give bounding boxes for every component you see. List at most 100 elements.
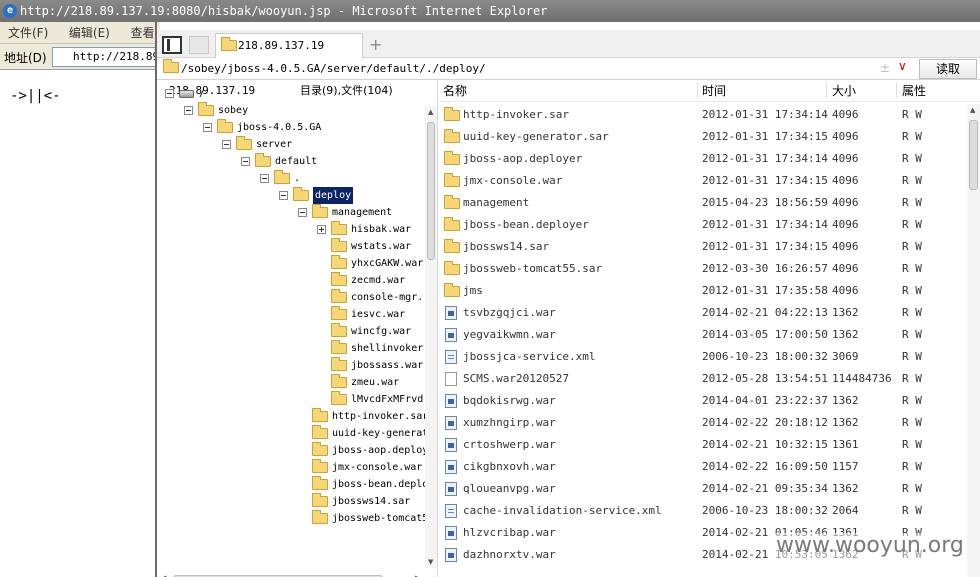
tree-node[interactable]: server xyxy=(157,136,425,153)
file-size: 4096 xyxy=(832,240,859,253)
add-tab-button[interactable]: + xyxy=(369,35,382,54)
file-row[interactable]: jms 2012-01-31 17:35:58 4096 R W xyxy=(439,280,959,302)
file-row[interactable]: jbossjca-service.xml 2006-10-23 18:00:32 3… xyxy=(439,346,959,368)
file-list-vertical-scrollbar[interactable]: ▲ xyxy=(967,104,980,577)
file-attr: R W xyxy=(902,306,922,319)
file-row[interactable]: jmx-console.war 2012-01-31 17:34:15 4096 R … xyxy=(439,170,959,192)
file-row[interactable]: management 2015-04-23 18:56:59 4096 R W xyxy=(439,192,959,214)
file-row[interactable]: http-invoker.sar 2012-01-31 17:34:14 4096 R… xyxy=(439,104,959,126)
tab-bar: 218.89.137.19 + xyxy=(157,30,980,59)
tree-node[interactable]: iesvc.war xyxy=(157,306,425,323)
file-row[interactable]: tsvbzgqjci.war 2014-02-21 04:22:13 1362 R W xyxy=(439,302,959,324)
column-divider[interactable] xyxy=(826,83,827,99)
file-row[interactable]: xumzhngirp.war 2014-02-22 20:18:12 1362 R W xyxy=(439,412,959,434)
war-file-icon xyxy=(445,460,457,474)
file-row[interactable]: bqdokisrwg.war 2014-04-01 23:22:37 1362 R W xyxy=(439,390,959,412)
tab-list-button[interactable] xyxy=(189,36,209,54)
tree-node-label: management xyxy=(332,207,393,218)
collapse-icon[interactable] xyxy=(203,123,212,132)
tree-node[interactable]: jboss-aop.deployer xyxy=(157,442,437,459)
file-size: 4096 xyxy=(832,284,859,297)
tree-node[interactable]: zmeu.war xyxy=(157,374,425,391)
menu-file[interactable]: 文件(F) xyxy=(8,26,48,40)
tree-node[interactable]: http-invoker.sar xyxy=(157,408,428,425)
column-name[interactable]: 名称 xyxy=(443,80,467,102)
file-row[interactable]: jbossws14.sar 2012-01-31 17:34:15 4096 R W xyxy=(439,236,959,258)
column-divider[interactable] xyxy=(697,83,698,99)
file-row[interactable]: qloueanvpg.war 2014-02-21 09:35:34 1362 R W xyxy=(439,478,959,500)
menu-edit[interactable]: 编辑(E) xyxy=(69,26,110,40)
tree-node[interactable]: / xyxy=(157,85,425,102)
address-input[interactable]: http://218.89 xyxy=(52,47,160,67)
collapse-icon[interactable] xyxy=(222,140,231,149)
file-row[interactable]: jbossweb-tomcat55.sar 2012-03-30 16:26:57… xyxy=(439,258,959,280)
file-time: 2012-03-30 16:26:57 xyxy=(702,262,828,275)
file-row[interactable]: crtoshwerp.war 2014-02-21 10:32:15 1361 R W xyxy=(439,434,959,456)
tree-node[interactable]: jbossweb-tomcat55 xyxy=(157,510,434,527)
tree-node[interactable]: uuid-key-generator xyxy=(157,425,437,442)
file-list-scroll-thumb[interactable] xyxy=(969,120,978,190)
file-row[interactable]: jboss-bean.deployer 2012-01-31 17:34:14 40… xyxy=(439,214,959,236)
tree-node[interactable]: zecmd.war xyxy=(157,272,425,289)
path-dropdown-icon[interactable]: ∨ xyxy=(898,59,907,73)
page-text: ->||<- xyxy=(10,88,61,104)
file-row[interactable]: cache-invalidation-service.xml 2006-10-23… xyxy=(439,500,959,522)
expand-icon[interactable] xyxy=(317,225,326,234)
tree-node[interactable]: deploy xyxy=(157,187,425,204)
tree-node[interactable]: jbossass.war xyxy=(157,357,425,374)
column-time[interactable]: 时间 xyxy=(702,80,726,102)
toggle-sidebar-button[interactable] xyxy=(162,36,182,54)
collapse-icon[interactable] xyxy=(184,106,193,115)
file-size: 4096 xyxy=(832,174,859,187)
file-name: jmx-console.war xyxy=(463,174,563,187)
path-clear-icon[interactable]: ± xyxy=(880,61,890,75)
tree-node[interactable]: jboss-bean.deployer xyxy=(157,476,437,493)
file-time: 2012-01-31 17:34:15 xyxy=(702,174,828,187)
file-size: 1362 xyxy=(832,306,859,319)
tree-node[interactable]: yhxcGAKW.war xyxy=(157,255,425,272)
tree-node[interactable]: console-mgr. xyxy=(157,289,425,306)
tree-node[interactable]: default xyxy=(157,153,425,170)
file-name: http-invoker.sar xyxy=(463,108,569,121)
tree-node[interactable]: wstats.war xyxy=(157,238,425,255)
file-row[interactable]: jboss-aop.deployer 2012-01-31 17:34:14 409… xyxy=(439,148,959,170)
tree-node[interactable]: lMvcdFxMFrvd xyxy=(157,391,425,408)
tree-node[interactable]: hisbak.war xyxy=(157,221,425,238)
tree-scroll-thumb[interactable] xyxy=(427,122,435,260)
file-row[interactable]: uuid-key-generator.sar 2012-01-31 17:34:1… xyxy=(439,126,959,148)
collapse-icon[interactable] xyxy=(298,208,307,217)
tree-node-label: deploy xyxy=(313,187,354,204)
column-divider[interactable] xyxy=(896,83,897,99)
tree-node[interactable]: sobey xyxy=(157,102,425,119)
tree-node[interactable]: jboss-4.0.5.GA xyxy=(157,119,425,136)
scroll-up-arrow-icon[interactable]: ▲ xyxy=(428,108,433,116)
column-size[interactable]: 大小 xyxy=(832,80,856,102)
read-button[interactable]: 读取 xyxy=(919,59,977,79)
folder-icon xyxy=(444,195,460,209)
column-attr[interactable]: 属性 xyxy=(902,80,926,102)
scroll-up-arrow-icon[interactable]: ▲ xyxy=(970,106,975,114)
tree-vertical-scrollbar[interactable]: ▲ ▼ xyxy=(425,106,437,568)
path-input[interactable]: /sobey/jboss-4.0.5.GA/server/default/./d… xyxy=(181,62,486,75)
scroll-down-arrow-icon[interactable]: ▼ xyxy=(428,558,433,566)
tree-node[interactable]: jmx-console.war xyxy=(157,459,425,476)
folder-icon xyxy=(444,217,460,231)
file-row[interactable]: cikgbnxovh.war 2014-02-22 16:09:50 1157 R W xyxy=(439,456,959,478)
tree-node[interactable]: wincfg.war xyxy=(157,323,425,340)
collapse-icon[interactable] xyxy=(260,174,269,183)
tree-node-label: jboss-4.0.5.GA xyxy=(237,122,322,133)
menu-view[interactable]: 查看 xyxy=(130,26,154,40)
file-attr: R W xyxy=(902,460,922,473)
tree-node[interactable]: jbossws14.sar xyxy=(157,493,425,510)
tree-node-label: shellinvoker xyxy=(351,343,424,354)
tree-node[interactable]: . xyxy=(157,170,425,187)
file-row[interactable]: yegvaikwmn.war 2014-03-05 17:00:50 1362 R W xyxy=(439,324,959,346)
tree-node[interactable]: shellinvoker xyxy=(157,340,425,357)
collapse-icon[interactable] xyxy=(165,89,174,98)
tree-node[interactable]: management xyxy=(157,204,425,221)
collapse-icon[interactable] xyxy=(279,191,288,200)
tab-host[interactable]: 218.89.137.19 xyxy=(215,33,363,59)
file-row[interactable]: SCMS.war20120527 2012-05-28 13:54:51 11448… xyxy=(439,368,959,390)
war-file-icon xyxy=(445,548,457,562)
collapse-icon[interactable] xyxy=(241,157,250,166)
